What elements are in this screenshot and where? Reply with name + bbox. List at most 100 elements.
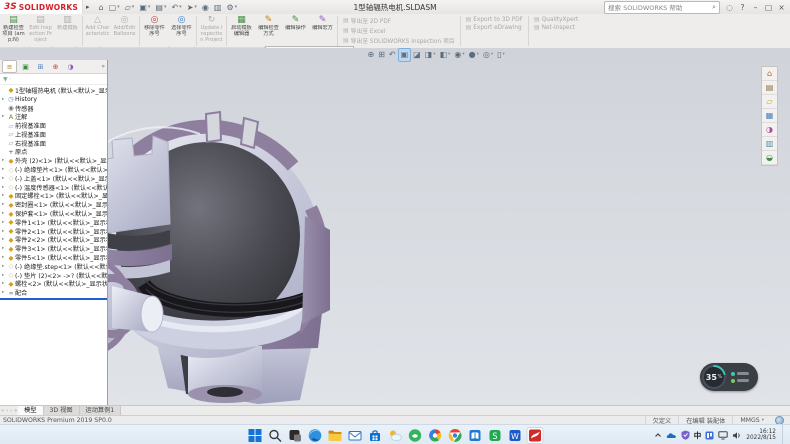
help-icon[interactable]: ? [736,3,749,12]
view-settings-icon[interactable]: ▯▾ [496,49,507,61]
section-view-icon[interactable]: ▣ [398,48,411,62]
tree-item[interactable]: ◉传感器 [0,104,107,113]
reader-app[interactable] [467,427,484,444]
ribbon-button[interactable]: ◎移除零件序号 [141,14,168,48]
ribbon-button[interactable]: ✎编辑操作 [282,14,309,48]
volume-icon[interactable] [732,431,742,440]
tree-item[interactable]: ◆1型轴辐热电机 (默认<默认>_显示状态-1 [0,86,107,95]
tree-item[interactable]: ▸A注解 [0,112,107,121]
previous-view-icon[interactable]: ↶ [387,49,397,61]
microsoft-store[interactable] [367,427,384,444]
ime-grid-icon[interactable] [705,431,714,440]
dimxpert-tab-icon[interactable]: ⊕ [49,61,62,72]
tree-item[interactable]: ▸◆零件5<1> (默认<<默认>_显示状 [0,253,107,262]
green-app[interactable] [407,427,424,444]
dropdown-arrow-icon[interactable]: ▾ [164,4,167,10]
onedrive-icon[interactable] [666,431,677,440]
recorder-overlay[interactable]: 35% [700,363,758,391]
weather-app[interactable] [387,427,404,444]
start-button[interactable] [247,427,264,444]
ribbon-button[interactable]: ▦启动模板编辑器 [228,14,255,48]
monitor-status-icon[interactable] [718,431,728,440]
close-icon[interactable]: × [775,3,788,12]
dropdown-arrow-icon[interactable]: ▾ [503,52,505,57]
minimize-icon[interactable]: – [749,3,762,12]
edit-appearance-icon[interactable]: ●▾ [467,49,480,61]
search-button[interactable] [267,427,284,444]
s-green-app[interactable]: S [487,427,504,444]
tree-item[interactable]: ▸◇(-) 绝缘垫片<1> (默认<<默认>_显 [0,165,107,174]
panel-overflow-icon[interactable]: » [101,63,105,70]
dropdown-arrow-icon[interactable]: ▾ [148,4,151,10]
word-app[interactable]: W [507,427,524,444]
tree-filter[interactable]: ▼ · [0,74,107,85]
open-file-icon[interactable]: ▱▾ [123,1,137,13]
dropdown-arrow-icon[interactable]: ▾ [194,4,197,10]
mail-app[interactable] [347,427,364,444]
tree-item[interactable]: ▸◆固定螺栓<1> (默认<<默认>_显示 [0,192,107,201]
overlay-settings-control[interactable] [731,379,749,383]
tree-item[interactable]: ▱右视基准面 [0,139,107,148]
dropdown-arrow-icon[interactable]: ▾ [477,52,479,57]
login-icon[interactable]: ◌ [723,3,736,12]
undo-icon[interactable]: ↶▾ [169,1,183,13]
search-icon[interactable]: ⌕ [712,3,716,12]
options-icon[interactable]: ⚙▾ [224,1,239,13]
apply-scene-icon[interactable]: ◎▾ [481,49,494,61]
tree-item[interactable]: ▸◇(-) 绝缘垫.step<1> (默认<<默认> [0,262,107,271]
forum-icon[interactable]: ◒ [762,151,777,165]
appearances-icon[interactable]: ◑ [762,123,777,137]
dropdown-arrow-icon[interactable]: ▾ [448,52,450,57]
select-icon[interactable]: ➤▾ [185,1,199,13]
tree-item[interactable]: ▸◆外壳 (2)<1> (默认<<默认>_显示状 [0,156,107,165]
file-explorer[interactable] [327,427,344,444]
tree-item[interactable]: ▱上视基准面 [0,130,107,139]
tree-item[interactable]: ▸◇(-) 上盖<1> (默认<<默认>_显示状 [0,174,107,183]
dropdown-arrow-icon[interactable]: ▾ [491,52,493,57]
view-palette-icon[interactable]: ▦ [762,109,777,123]
ime-language-indicator[interactable]: 中 [694,430,702,441]
tree-item[interactable]: ▸◇(-) 温度传感器<1> (默认<<默认>_ [0,183,107,192]
zoom-fit-icon[interactable]: ⊕ [366,49,376,61]
progress-ball[interactable]: 35% [701,364,727,390]
file-explorer-icon[interactable]: ▱ [762,95,777,109]
print-icon[interactable]: ▤▾ [153,1,168,13]
chrome-browser[interactable] [447,427,464,444]
displaymanager-tab-icon[interactable]: ◑ [64,61,77,72]
configurationmanager-tab-icon[interactable]: ⊞ [34,61,47,72]
task-view-button[interactable] [287,427,304,444]
tree-item[interactable]: ▸◇(-) 垫片 (2)<2> ->? (默认<<默认> [0,271,107,280]
new-file-icon[interactable]: ▢▾ [107,1,122,13]
pinwheel-app[interactable] [427,427,444,444]
overlay-record-control[interactable] [731,372,749,376]
solidworks-app[interactable] [527,427,544,444]
ribbon-button[interactable]: ▤新建检查项目 (amp;N) [0,14,27,48]
search-input[interactable]: 搜索 SOLIDWORKS 帮助 ⌕ [604,1,720,14]
ribbon-button[interactable]: ✎编辑检查方式 [255,14,282,48]
propertymanager-tab-icon[interactable]: ▣ [19,61,32,72]
edge-browser[interactable] [307,427,324,444]
dropdown-arrow-icon[interactable]: ▾ [462,52,464,57]
menu-flyout-arrow-icon[interactable]: ▸ [83,3,93,11]
tree-item[interactable]: ▱前视基准面 [0,121,107,130]
tree-item[interactable]: ▸◆零件1<1> (默认<<默认>_显示状= [0,218,107,227]
dropdown-arrow-icon[interactable]: ▾ [132,4,135,10]
tree-item[interactable]: ▸◷History [0,95,107,104]
security-shield-icon[interactable] [681,430,690,440]
annotation-view-icon[interactable]: ◪ [412,49,423,61]
featuremanager-tab-icon[interactable]: ≡ [2,60,17,73]
save-icon[interactable]: ▣▾ [137,1,152,13]
tree-item[interactable]: ▸◆零件2<2> (默认<<默认>_显示状 [0,236,107,245]
taskbar-clock[interactable]: 16:12 2022/8/15 [746,429,776,442]
zoom-area-icon[interactable]: ⊞ [377,49,387,61]
tree-item[interactable]: ▸∞配合 [0,288,107,297]
home-icon[interactable]: ⌂ [96,1,105,13]
resources-home-icon[interactable]: ⌂ [762,67,777,81]
file-properties-icon[interactable]: ▥ [212,1,224,13]
tree-item[interactable]: ▸◆保护套<1> (默认<<默认>_显示状 [0,209,107,218]
custom-properties-icon[interactable]: ▥ [762,137,777,151]
ribbon-button[interactable]: ✎编辑宏方 [309,14,336,48]
tree-item[interactable]: ▸◆螺栓<2> (默认<<默认>_显示状态 [0,280,107,289]
dropdown-arrow-icon[interactable]: ▾ [433,52,435,57]
restore-icon[interactable]: □ [762,3,775,12]
